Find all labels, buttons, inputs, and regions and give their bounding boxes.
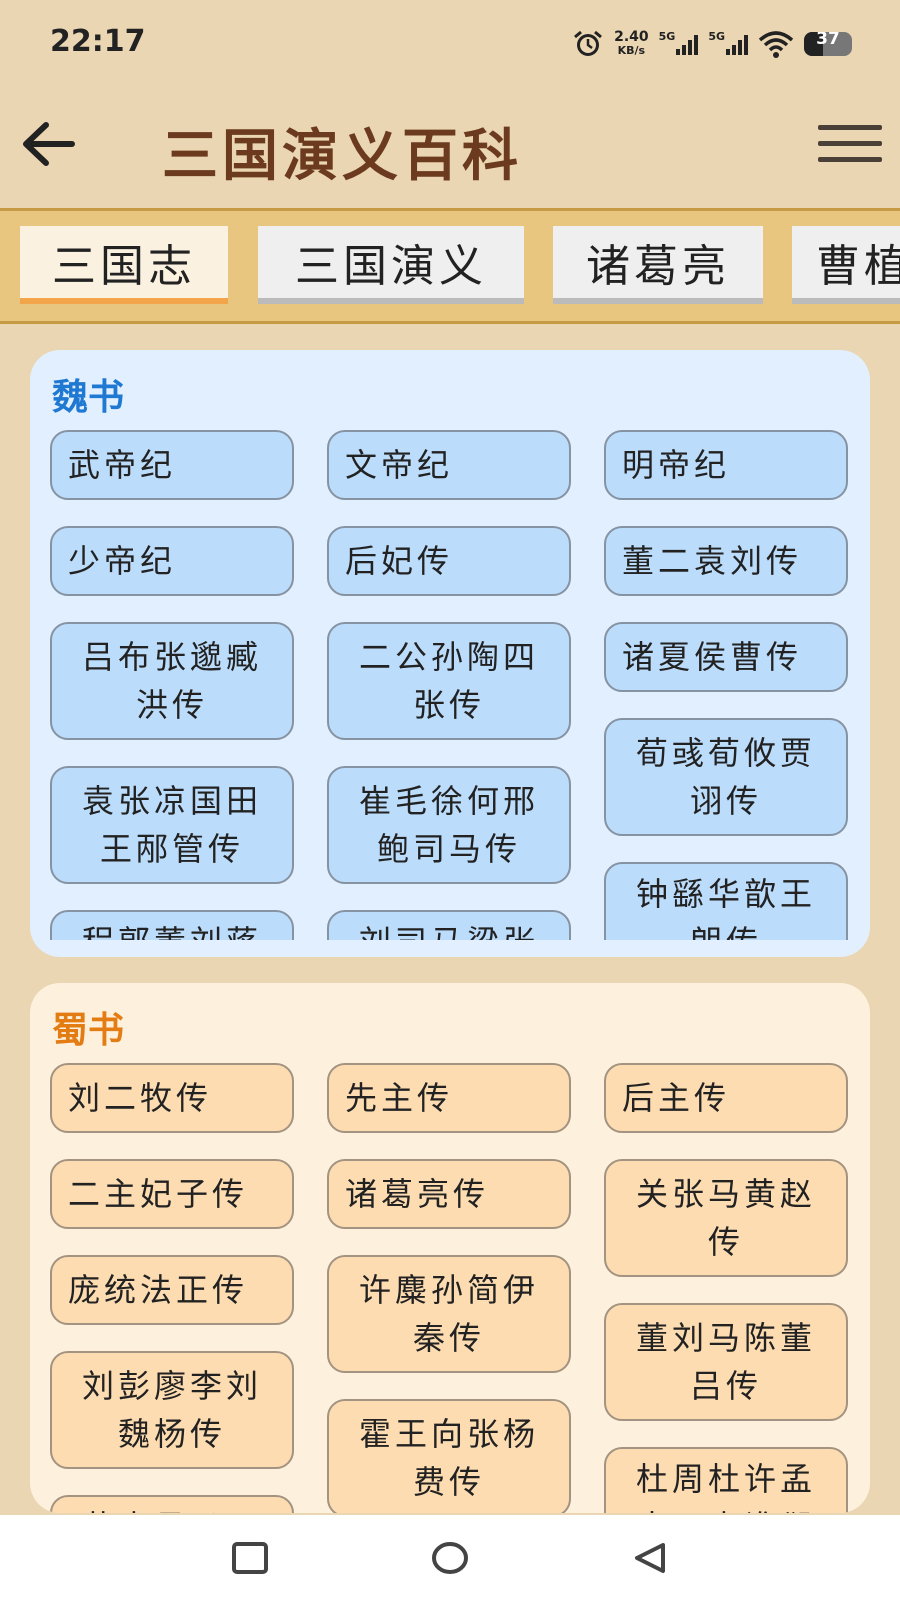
list-item[interactable]: 先主传 bbox=[327, 1063, 571, 1133]
app-header: 三国演义百科 bbox=[0, 95, 900, 195]
battery-level: 37 bbox=[816, 32, 840, 49]
list-item[interactable]: 董二袁刘传 bbox=[604, 526, 848, 596]
status-bar: 22:17 2.40 KB/s 5G 5G 37 bbox=[0, 0, 900, 90]
list-item[interactable]: 诸葛亮传 bbox=[327, 1159, 571, 1229]
tab-sanguoyanyi[interactable]: 三国演义 bbox=[258, 226, 524, 304]
signal-sim1-icon: 5G bbox=[659, 29, 699, 59]
status-icons: 2.40 KB/s 5G 5G 37 bbox=[572, 28, 852, 60]
system-nav-bar bbox=[0, 1515, 900, 1600]
list-item[interactable]: 吕布张邈臧洪传 bbox=[50, 622, 294, 740]
signal-sim2-icon: 5G bbox=[708, 29, 748, 59]
square-icon bbox=[232, 1542, 268, 1574]
menu-button[interactable] bbox=[818, 125, 882, 165]
back-button[interactable] bbox=[20, 117, 80, 171]
list-item[interactable]: 董刘马陈董吕传 bbox=[604, 1303, 848, 1421]
list-item[interactable]: 钟繇华歆王朗传 bbox=[604, 862, 848, 940]
list-item[interactable]: 霍王向张杨费传 bbox=[327, 1399, 571, 1513]
recents-button[interactable] bbox=[225, 1535, 275, 1585]
alarm-icon bbox=[572, 29, 604, 59]
list-item[interactable]: 许麋孙简伊秦传 bbox=[327, 1255, 571, 1373]
net-speed-unit: KB/s bbox=[617, 44, 646, 57]
home-button[interactable] bbox=[425, 1535, 475, 1585]
sim2-label: 5G bbox=[708, 29, 725, 43]
list-item[interactable]: 袁张凉国田王邴管传 bbox=[50, 766, 294, 884]
list-item[interactable]: 荀彧荀攸贾诩传 bbox=[604, 718, 848, 836]
list-item[interactable]: 关张马黄赵传 bbox=[604, 1159, 848, 1277]
section-shu: 蜀书 刘二牧传 先主传 后主传 二主妃子传 诸葛亮传 关张马黄赵传 庞统法正传 … bbox=[30, 983, 870, 1513]
net-speed-value: 2.40 bbox=[614, 29, 649, 45]
wifi-icon bbox=[758, 29, 794, 59]
list-item[interactable]: 刘二牧传 bbox=[50, 1063, 294, 1133]
list-item[interactable]: 庞统法正传 bbox=[50, 1255, 294, 1325]
list-item[interactable]: 黄李吕马王张传 bbox=[50, 1495, 294, 1513]
status-time: 22:17 bbox=[50, 24, 146, 59]
hamburger-icon bbox=[818, 125, 882, 130]
sim1-label: 5G bbox=[658, 29, 676, 43]
shu-grid: 刘二牧传 先主传 后主传 二主妃子传 诸葛亮传 关张马黄赵传 庞统法正传 许麋孙… bbox=[30, 983, 870, 1513]
page-title: 三国演义百科 bbox=[162, 123, 522, 189]
circle-icon bbox=[432, 1542, 468, 1574]
list-item[interactable]: 程郭董刘蒋 bbox=[50, 910, 294, 940]
list-item[interactable]: 杜周杜许孟来尹李谯郤传 bbox=[604, 1447, 848, 1513]
list-item[interactable]: 刘彭廖李刘魏杨传 bbox=[50, 1351, 294, 1469]
section-wei: 魏书 武帝纪 文帝纪 明帝纪 少帝纪 后妃传 董二袁刘传 吕布张邈臧洪传 二公孙… bbox=[30, 350, 870, 957]
tab-bar: 三国志 三国演义 诸葛亮 曹植 bbox=[0, 208, 900, 324]
list-item[interactable]: 少帝纪 bbox=[50, 526, 294, 596]
list-item[interactable]: 刘司马梁张 bbox=[327, 910, 571, 940]
list-item[interactable]: 诸夏侯曹传 bbox=[604, 622, 848, 692]
wei-grid: 武帝纪 文帝纪 明帝纪 少帝纪 后妃传 董二袁刘传 吕布张邈臧洪传 二公孙陶四张… bbox=[30, 350, 870, 940]
list-item[interactable]: 武帝纪 bbox=[50, 430, 294, 500]
tab-caozhi[interactable]: 曹植 bbox=[792, 226, 900, 304]
list-item[interactable]: 崔毛徐何邢鲍司马传 bbox=[327, 766, 571, 884]
battery-icon: 37 bbox=[804, 29, 852, 59]
list-item[interactable]: 后主传 bbox=[604, 1063, 848, 1133]
list-item[interactable]: 二公孙陶四张传 bbox=[327, 622, 571, 740]
net-speed: 2.40 KB/s bbox=[614, 29, 649, 59]
list-item[interactable]: 二主妃子传 bbox=[50, 1159, 294, 1229]
tab-zhugeliang[interactable]: 诸葛亮 bbox=[553, 226, 763, 304]
list-item[interactable]: 文帝纪 bbox=[327, 430, 571, 500]
triangle-back-icon bbox=[635, 1543, 665, 1573]
list-item[interactable]: 后妃传 bbox=[327, 526, 571, 596]
list-item[interactable]: 明帝纪 bbox=[604, 430, 848, 500]
tab-sanguozhi[interactable]: 三国志 bbox=[20, 226, 228, 304]
arrow-left-icon bbox=[23, 122, 75, 166]
back-nav-button[interactable] bbox=[625, 1535, 675, 1585]
